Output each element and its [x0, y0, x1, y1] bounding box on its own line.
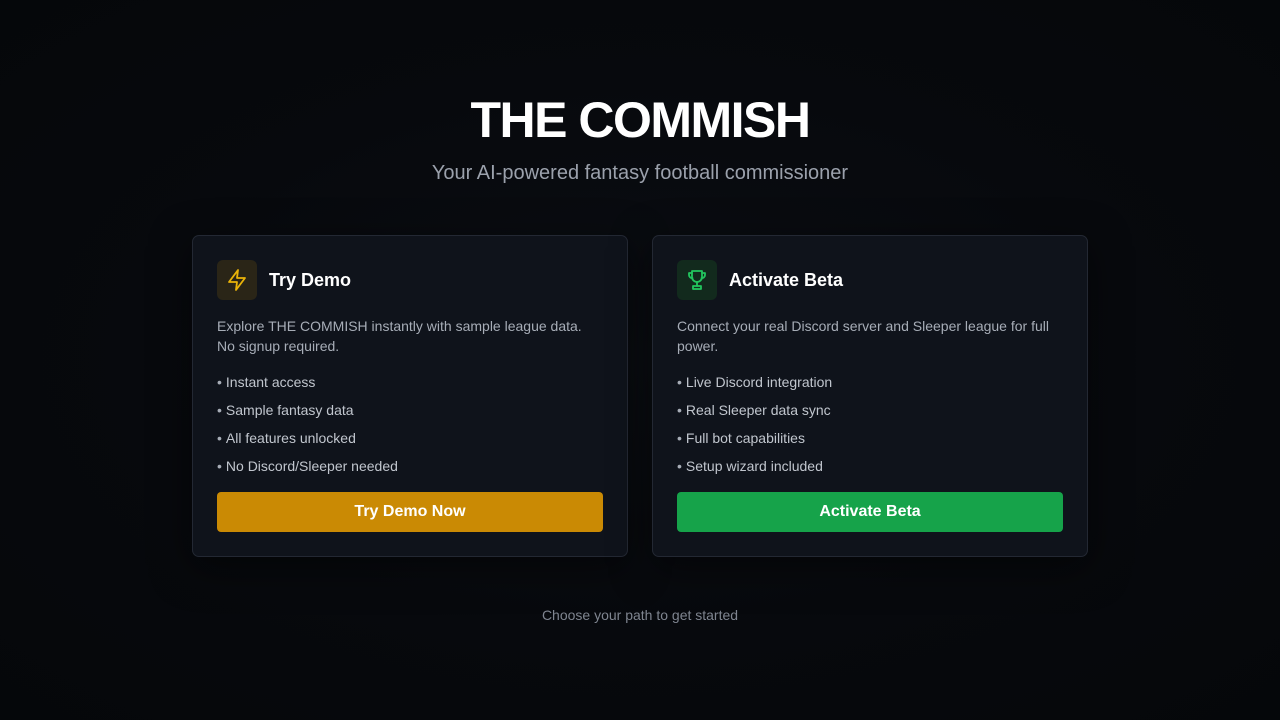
trophy-icon — [677, 260, 717, 300]
footer-note: Choose your path to get started — [541, 607, 739, 623]
try-demo-now-button[interactable]: Try Demo Now — [217, 492, 603, 532]
feature-list: • Live Discord integration • Real Sleeper … — [677, 372, 1063, 476]
activate-beta-card: Activate Beta Connect your real Discord … — [652, 235, 1088, 557]
card-title: Try Demo — [269, 269, 352, 290]
card-description: Connect your real Discord server and Sle… — [677, 318, 1049, 354]
landing-page: THE COMMISH Your AI-powered fantasy foot… — [0, 0, 1280, 720]
list-item: • Sample fantasy data — [217, 402, 354, 418]
list-item: • All features unlocked — [217, 430, 356, 446]
page-title: THE COMMISH — [470, 92, 811, 148]
card-title: Activate Beta — [729, 269, 844, 290]
card-description: Explore THE COMMISH instantly with sampl… — [217, 318, 582, 354]
card-header: Activate Beta — [677, 260, 1063, 300]
list-item: • Instant access — [217, 374, 316, 390]
activate-beta-button[interactable]: Activate Beta — [677, 492, 1063, 532]
try-demo-card: Try Demo Explore THE COMMISH instantly w… — [192, 235, 628, 557]
page-subtitle: Your AI-powered fantasy football commiss… — [431, 162, 849, 184]
list-item: • No Discord/Sleeper needed — [217, 458, 398, 474]
lightning-bolt-icon — [217, 260, 257, 300]
feature-list: • Instant access • Sample fantasy data • Al… — [217, 372, 603, 476]
list-item: • Setup wizard included — [677, 458, 823, 474]
list-item: • Real Sleeper data sync — [677, 402, 831, 418]
list-item: • Live Discord integration — [677, 374, 833, 390]
card-header: Try Demo — [217, 260, 603, 300]
list-item: • Full bot capabilities — [677, 430, 805, 446]
